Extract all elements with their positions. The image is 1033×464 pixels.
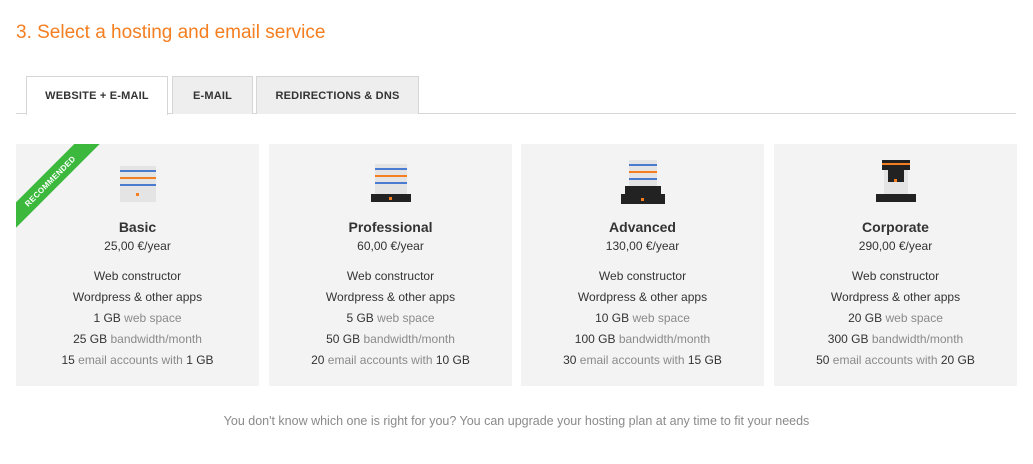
plan-name: Professional	[348, 219, 433, 235]
tab-website-email[interactable]: WEBSITE + E-MAIL	[26, 76, 168, 115]
server-professional-icon	[269, 160, 512, 206]
section-title: 3. Select a hosting and email service	[16, 22, 326, 43]
feature-web-space: 1 GB web space	[16, 308, 259, 329]
bandwidth-label: bandwidth/month	[363, 332, 455, 346]
feature-email-accounts: 30 email accounts with 15 GB	[521, 350, 764, 371]
bandwidth-value: 25 GB	[73, 332, 108, 346]
accounts-count: 30	[563, 353, 577, 367]
accounts-size: 10 GB	[435, 353, 470, 367]
plan-card-professional[interactable]: Professional 60,00 €/year Web constructo…	[269, 144, 512, 386]
feature-constructor: Web constructor	[93, 269, 182, 283]
bandwidth-label: bandwidth/month	[618, 332, 711, 346]
feature-email-accounts: 50 email accounts with 20 GB	[774, 350, 1017, 371]
feature-apps: Wordpress & other apps	[830, 290, 961, 304]
bandwidth-label: bandwidth/month	[871, 332, 964, 346]
web-space-label: web space	[885, 311, 943, 325]
feature-web-space: 20 GB web space	[774, 308, 1017, 329]
accounts-label: email accounts with	[78, 353, 183, 367]
plan-card-advanced[interactable]: Advanced 130,00 €/year Web constructor W…	[521, 144, 764, 386]
bandwidth-value: 300 GB	[827, 332, 869, 346]
feature-email-accounts: 15 email accounts with 1 GB	[16, 350, 259, 371]
accounts-count: 50	[816, 353, 830, 367]
upgrade-note: You don't know which one is right for yo…	[223, 414, 810, 428]
web-space-label: web space	[124, 311, 182, 325]
bandwidth-value: 100 GB	[574, 332, 616, 346]
web-space-value: 20 GB	[848, 311, 883, 325]
server-basic-icon	[16, 160, 259, 206]
plan-price: 290,00 €/year	[858, 239, 933, 253]
plan-card-basic[interactable]: RECOMMENDED Basic 25,00 €/year Web const…	[16, 144, 259, 386]
web-space-label: web space	[377, 311, 435, 325]
web-space-value: 10 GB	[595, 311, 630, 325]
feature-list: Web constructor Wordpress & other apps 1…	[16, 266, 259, 371]
accounts-label: email accounts with	[579, 353, 685, 367]
feature-constructor: Web constructor	[346, 269, 435, 283]
accounts-size: 1 GB	[186, 353, 214, 367]
plan-price: 60,00 €/year	[357, 239, 424, 253]
feature-bandwidth: 100 GB bandwidth/month	[521, 329, 764, 350]
bandwidth-value: 50 GB	[326, 332, 361, 346]
web-space-label: web space	[632, 311, 690, 325]
feature-web-space: 5 GB web space	[269, 308, 512, 329]
accounts-label: email accounts with	[327, 353, 433, 367]
feature-constructor: Web constructor	[851, 269, 940, 283]
feature-email-accounts: 20 email accounts with 10 GB	[269, 350, 512, 371]
feature-list: Web constructor Wordpress & other apps 1…	[521, 266, 764, 371]
feature-bandwidth: 25 GB bandwidth/month	[16, 329, 259, 350]
server-corporate-icon	[774, 160, 1017, 206]
tab-redirections-dns[interactable]: REDIRECTIONS & DNS	[256, 76, 419, 114]
feature-bandwidth: 50 GB bandwidth/month	[269, 329, 512, 350]
bandwidth-label: bandwidth/month	[110, 332, 202, 346]
plan-card-corporate[interactable]: Corporate 290,00 €/year Web constructor …	[774, 144, 1017, 386]
feature-bandwidth: 300 GB bandwidth/month	[774, 329, 1017, 350]
accounts-size: 20 GB	[940, 353, 975, 367]
accounts-size: 15 GB	[687, 353, 722, 367]
plan-tabs: WEBSITE + E-MAIL E-MAIL REDIRECTIONS & D…	[16, 76, 1016, 115]
tab-email[interactable]: E-MAIL	[172, 76, 253, 114]
feature-constructor: Web constructor	[598, 269, 687, 283]
plan-price: 25,00 €/year	[104, 239, 171, 253]
feature-apps: Wordpress & other apps	[72, 290, 203, 304]
plan-price: 130,00 €/year	[605, 239, 680, 253]
accounts-count: 20	[311, 353, 325, 367]
web-space-value: 1 GB	[93, 311, 121, 325]
feature-apps: Wordpress & other apps	[577, 290, 708, 304]
accounts-label: email accounts with	[832, 353, 938, 367]
web-space-value: 5 GB	[346, 311, 374, 325]
server-advanced-icon	[521, 160, 764, 206]
feature-list: Web constructor Wordpress & other apps 5…	[269, 266, 512, 371]
accounts-count: 15	[61, 353, 75, 367]
feature-web-space: 10 GB web space	[521, 308, 764, 329]
plan-name: Corporate	[862, 219, 929, 235]
feature-list: Web constructor Wordpress & other apps 2…	[774, 266, 1017, 371]
feature-apps: Wordpress & other apps	[325, 290, 456, 304]
plan-name: Basic	[118, 219, 157, 235]
plan-name: Advanced	[609, 219, 676, 235]
